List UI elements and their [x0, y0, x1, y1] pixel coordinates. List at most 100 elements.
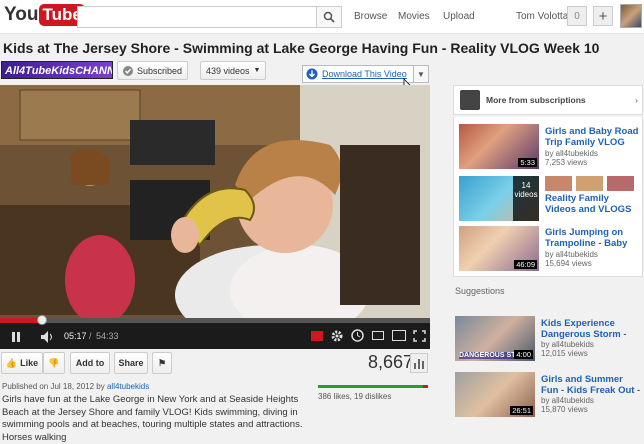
time-total: 54:33	[96, 331, 119, 341]
flag-icon: ⚑	[157, 357, 167, 368]
likes-dislikes: 386 likes, 19 dislikes	[318, 392, 392, 401]
video-duration: 46:09	[514, 260, 537, 269]
view-count: 8,667	[368, 352, 414, 372]
fullscreen-icon[interactable]	[413, 330, 426, 342]
playlist-count-label: videos	[514, 190, 538, 199]
playlist-mini-thumbnail[interactable]	[607, 176, 634, 191]
subscriptions-header-label: More from subscriptions	[486, 95, 586, 105]
bar-chart-icon	[414, 359, 424, 369]
nav-movies[interactable]: Movies	[398, 11, 430, 22]
large-player-icon[interactable]	[392, 330, 406, 341]
video-views: 7,253 views	[545, 158, 588, 167]
volume-icon[interactable]	[40, 330, 54, 344]
playlist-mini-thumbnail[interactable]	[545, 176, 572, 191]
suggestions-header: Suggestions	[455, 286, 505, 296]
logo-you: You	[4, 4, 39, 25]
small-player-icon[interactable]	[372, 331, 384, 340]
video-views: 15,870 views	[541, 405, 588, 414]
videos-count-label: 439 videos	[206, 65, 250, 76]
video-duration: 4:00	[514, 350, 533, 359]
download-label: Download This Video	[322, 69, 407, 79]
player-controls: 05:17 / 54:33	[0, 315, 430, 349]
like-ratio-fill	[318, 385, 423, 388]
thumbs-up-icon: 👍	[5, 357, 18, 368]
flag-button[interactable]: ⚑	[152, 352, 172, 374]
time-separator: /	[89, 331, 92, 341]
playlist-mini-thumbnail[interactable]	[576, 176, 603, 191]
video-title: Kids at The Jersey Shore - Swimming at L…	[3, 40, 600, 56]
video-views: 12,015 views	[541, 349, 588, 358]
thumbs-down-icon: 👎	[48, 357, 60, 368]
video-thumbnail[interactable]: DANGEROUS STO 4:00	[455, 316, 535, 361]
download-icon	[306, 68, 318, 80]
time-current: 05:17	[64, 331, 87, 341]
download-button[interactable]: Download This Video	[302, 65, 414, 83]
playlist-count-overlay: 14 videos	[513, 176, 539, 221]
search-button[interactable]	[316, 6, 342, 28]
search-icon	[323, 11, 335, 23]
top-bar: You Tube Browse Movies Upload Tom Volott…	[0, 0, 644, 34]
video-author: by all4tubekids	[545, 250, 598, 259]
annotations-icon[interactable]	[311, 331, 323, 341]
video-thumbnail[interactable]: 46:09	[459, 226, 539, 271]
stats-button[interactable]	[410, 353, 428, 373]
user-name[interactable]: Tom Volotta	[516, 11, 568, 22]
clock-icon[interactable]	[351, 329, 364, 342]
share-label: Share	[118, 358, 144, 368]
video-author: by all4tubekids	[541, 396, 594, 405]
thumbnail-overlay-text: DANGEROUS STO	[459, 352, 521, 359]
published-prefix: Published on Jul 18, 2012 by	[2, 382, 107, 391]
playlist-thumbnail[interactable]: 14 videos	[459, 176, 539, 221]
nav-upload[interactable]: Upload	[443, 11, 475, 22]
page-gutter	[430, 85, 446, 432]
video-title-link[interactable]: Girls Jumping on Trampoline - Baby	[545, 227, 641, 249]
channel-banner[interactable]: All4TubeKidsCHANNEL	[1, 61, 113, 79]
check-icon	[123, 65, 133, 76]
video-thumbnail[interactable]: 5:33	[459, 124, 539, 169]
video-description: Girls have fun at the Lake George in New…	[2, 394, 303, 443]
videos-count-button[interactable]: 439 videos ▼	[200, 61, 267, 80]
playlist-count: 14	[521, 181, 531, 190]
pause-icon[interactable]	[10, 331, 22, 343]
video-duration: 5:33	[518, 158, 537, 167]
subscriptions-header[interactable]: More from subscriptions ›	[453, 85, 643, 115]
video-author: by all4tubekids	[541, 340, 594, 349]
video-author: by all4tubekids	[545, 149, 598, 158]
gear-icon[interactable]	[330, 329, 344, 343]
video-thumbnail[interactable]: 26:51	[455, 372, 535, 417]
dislike-button[interactable]: 👎	[43, 352, 65, 374]
playlist-title-link[interactable]: Reality Family Videos and VLOGS	[545, 193, 641, 215]
video-duration: 26:51	[510, 406, 533, 415]
subscriptions-icon	[460, 90, 480, 110]
progress-fill	[0, 318, 42, 323]
published-by-link[interactable]: all4tubekids	[107, 382, 149, 391]
progress-knob[interactable]	[36, 315, 47, 325]
add-to-label: Add to	[75, 358, 105, 368]
add-to-button[interactable]: Add to	[70, 352, 110, 374]
video-title-link[interactable]: Girls and Baby Road Trip Family VLOG	[545, 126, 641, 148]
video-views: 15,694 views	[545, 259, 592, 268]
notification-count[interactable]: 0	[567, 6, 587, 26]
subscribed-button[interactable]: Subscribed	[117, 61, 189, 80]
like-button[interactable]: 👍 Like	[1, 352, 43, 374]
video-title-link[interactable]: Girls and Summer Fun - Kids Freak Out -	[541, 374, 641, 396]
search-input[interactable]	[77, 6, 317, 28]
chevron-down-icon: ▼	[253, 67, 261, 74]
chevron-right-icon: ›	[635, 95, 638, 105]
video-frame[interactable]	[0, 85, 430, 345]
avatar[interactable]	[620, 4, 642, 28]
plus-icon[interactable]: +	[593, 6, 613, 26]
video-frame-image	[0, 85, 430, 345]
like-ratio-bar	[318, 385, 428, 388]
download-dropdown-button[interactable]: ▼	[413, 65, 429, 83]
video-player[interactable]: 05:17 / 54:33	[0, 85, 430, 349]
video-title-link[interactable]: Kids Experience Dangerous Storm -	[541, 318, 641, 340]
subscribed-label: Subscribed	[137, 65, 183, 76]
share-button[interactable]: Share	[114, 352, 148, 374]
like-label: Like	[20, 358, 39, 368]
chevron-down-icon: ▼	[417, 69, 425, 79]
youtube-logo[interactable]: You Tube	[4, 4, 85, 26]
nav-browse[interactable]: Browse	[354, 11, 387, 22]
progress-bar[interactable]	[0, 315, 430, 325]
published-info: Published on Jul 18, 2012 by all4tubekid…	[2, 382, 149, 391]
